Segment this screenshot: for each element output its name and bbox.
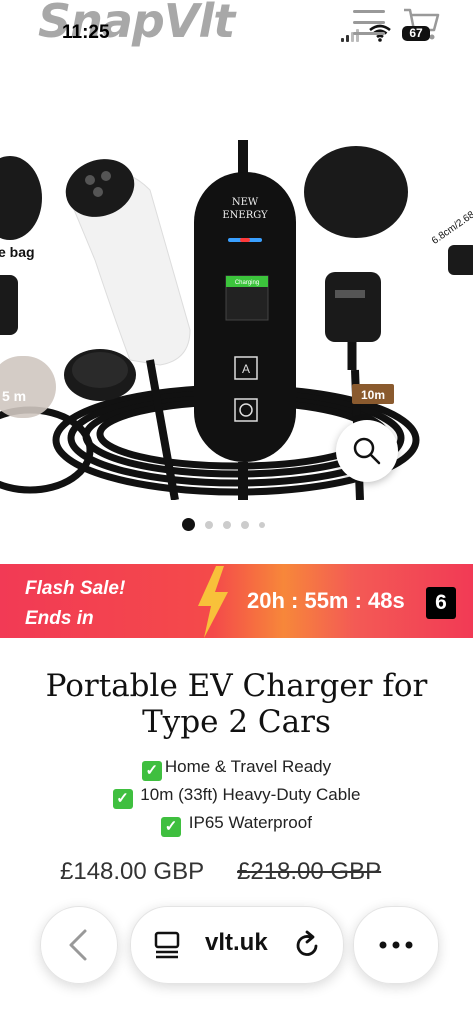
countdown-badge: 6	[426, 587, 456, 619]
reload-icon[interactable]	[291, 929, 323, 961]
check-icon: ✓	[141, 761, 162, 781]
more-icon	[379, 941, 413, 949]
product-title: Portable EV Charger for Type 2 Cars	[0, 668, 473, 740]
zoom-button[interactable]	[336, 420, 398, 482]
check-icon: ✓	[112, 789, 133, 809]
battery-icon: 67	[402, 26, 430, 41]
gallery-pagination[interactable]	[182, 518, 265, 531]
back-button[interactable]	[40, 906, 118, 984]
gallery-dot[interactable]	[223, 520, 231, 529]
more-button[interactable]	[353, 906, 439, 984]
url-text[interactable]: vlt.uk	[205, 929, 268, 957]
product-title-line2: Type 2 Cars	[142, 704, 331, 740]
feature-item: ✓ IP65 Waterproof	[0, 813, 473, 837]
chevron-left-icon	[69, 929, 87, 961]
feature-item: ✓ Home & Travel Ready	[0, 757, 473, 781]
flash-sale-line1: Flash Sale!	[25, 578, 126, 599]
device-label-line1: NEW	[232, 197, 259, 208]
status-time: 11:25	[62, 22, 110, 43]
tabs-icon	[154, 931, 180, 959]
right-edge-text: 6.8cm/2.68	[430, 209, 473, 247]
screen-status: Charging	[235, 280, 259, 286]
gallery-dot[interactable]	[241, 520, 249, 529]
gallery-dot[interactable]	[182, 518, 195, 531]
device-button-a: A	[242, 362, 250, 376]
feature-text: IP65 Waterproof	[188, 813, 312, 832]
feature-item: ✓ 10m (33ft) Heavy-Duty Cable	[0, 785, 473, 809]
product-title-line1: Portable EV Charger for	[45, 668, 428, 704]
product-image-gallery[interactable]: e bag 5 m NEW ENERGY Charging A 10m 6.8c…	[0, 120, 473, 500]
feature-text: 10m (33ft) Heavy-Duty Cable	[140, 785, 361, 804]
left-bag-text: e bag	[0, 244, 35, 260]
search-icon	[353, 437, 381, 465]
feature-text: Home & Travel Ready	[164, 757, 332, 776]
length-badge: 10m	[361, 388, 385, 402]
flash-sale-line2: Ends in	[25, 608, 94, 629]
product-image: e bag 5 m NEW ENERGY Charging A 10m 6.8c…	[0, 140, 473, 500]
gallery-dot[interactable]	[259, 521, 265, 528]
lightning-icon	[198, 566, 228, 638]
device-label-line2: ENERGY	[222, 210, 268, 221]
gallery-dot[interactable]	[205, 520, 213, 529]
flash-sale-title: Flash Sale! Ends in	[25, 574, 125, 634]
left-length-badge: 5 m	[2, 388, 26, 404]
menu-icon[interactable]	[353, 10, 385, 36]
countdown-timer: 20h : 55m : 48s	[247, 588, 405, 613]
check-icon: ✓	[161, 817, 182, 837]
